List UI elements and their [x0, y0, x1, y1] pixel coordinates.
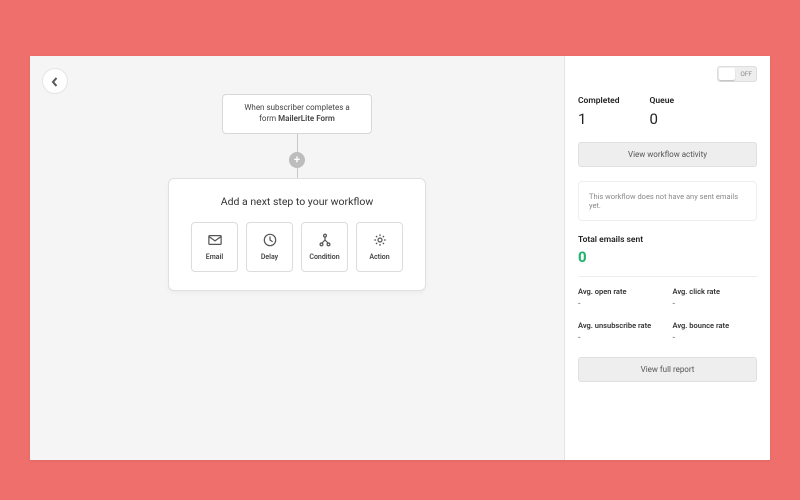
- add-step-node[interactable]: +: [289, 152, 305, 168]
- email-icon: [208, 233, 222, 247]
- stat-completed: Completed 1: [578, 96, 620, 128]
- clock-icon: [263, 233, 277, 247]
- trigger-text-line1: When subscriber completes a: [244, 103, 349, 112]
- branch-icon: [318, 233, 332, 247]
- back-button[interactable]: [42, 68, 68, 94]
- metric-open-rate: Avg. open rate -: [578, 287, 663, 309]
- view-report-button[interactable]: View full report: [578, 357, 757, 382]
- step-panel-title: Add a next step to your workflow: [191, 195, 403, 208]
- workflow-flow: When subscriber completes a form MailerL…: [168, 94, 426, 291]
- stat-value: 1: [578, 110, 620, 128]
- notice-text: This workflow does not have any sent ema…: [589, 192, 738, 210]
- connector-line: [297, 168, 298, 178]
- step-option-email[interactable]: Email: [191, 222, 238, 272]
- step-option-condition[interactable]: Condition: [301, 222, 348, 272]
- total-sent-label: Total emails sent: [578, 235, 757, 245]
- app-window: When subscriber completes a form MailerL…: [30, 56, 770, 460]
- metric-value: -: [673, 333, 758, 343]
- step-option-label: Condition: [309, 253, 339, 261]
- trigger-form-name: MailerLite Form: [278, 114, 335, 123]
- empty-emails-notice: This workflow does not have any sent ema…: [578, 181, 757, 221]
- toggle-knob: [719, 68, 735, 80]
- metric-bounce-rate: Avg. bounce rate -: [673, 321, 758, 343]
- step-option-grid: Email Delay Condition: [191, 222, 403, 272]
- step-option-label: Delay: [261, 253, 278, 261]
- side-panel: OFF Completed 1 Queue 0 View workflow ac…: [565, 56, 770, 460]
- workflow-canvas: When subscriber completes a form MailerL…: [30, 56, 565, 460]
- chevron-left-icon: [50, 72, 60, 91]
- workflow-toggle[interactable]: OFF: [717, 66, 757, 82]
- plus-icon: +: [294, 153, 300, 166]
- metric-value: -: [673, 299, 758, 309]
- toggle-row: OFF: [578, 66, 757, 82]
- metric-label: Avg. open rate: [578, 287, 663, 296]
- stat-label: Completed: [578, 96, 620, 106]
- trigger-text-line2-pre: form: [259, 114, 278, 123]
- metric-click-rate: Avg. click rate -: [673, 287, 758, 309]
- toggle-label: OFF: [740, 70, 752, 78]
- divider: [578, 276, 757, 277]
- gear-icon: [373, 233, 387, 247]
- stat-label: Queue: [650, 96, 675, 106]
- trigger-node[interactable]: When subscriber completes a form MailerL…: [222, 94, 372, 134]
- stat-row: Completed 1 Queue 0: [578, 96, 757, 128]
- stat-value: 0: [650, 110, 675, 128]
- step-option-delay[interactable]: Delay: [246, 222, 293, 272]
- metric-label: Avg. unsubscribe rate: [578, 321, 663, 330]
- metric-label: Avg. bounce rate: [673, 321, 758, 330]
- metric-label: Avg. click rate: [673, 287, 758, 296]
- button-label: View full report: [641, 365, 695, 374]
- button-label: View workflow activity: [628, 150, 707, 159]
- view-activity-button[interactable]: View workflow activity: [578, 142, 757, 167]
- step-option-label: Email: [206, 253, 223, 261]
- step-option-label: Action: [369, 253, 389, 261]
- step-picker-panel: Add a next step to your workflow Email D…: [168, 178, 426, 291]
- metric-unsubscribe-rate: Avg. unsubscribe rate -: [578, 321, 663, 343]
- metric-grid: Avg. open rate - Avg. click rate - Avg. …: [578, 287, 757, 343]
- stat-queue: Queue 0: [650, 96, 675, 128]
- step-option-action[interactable]: Action: [356, 222, 403, 272]
- metric-value: -: [578, 333, 663, 343]
- total-sent-value: 0: [578, 248, 757, 266]
- metric-value: -: [578, 299, 663, 309]
- connector-line: [297, 134, 298, 152]
